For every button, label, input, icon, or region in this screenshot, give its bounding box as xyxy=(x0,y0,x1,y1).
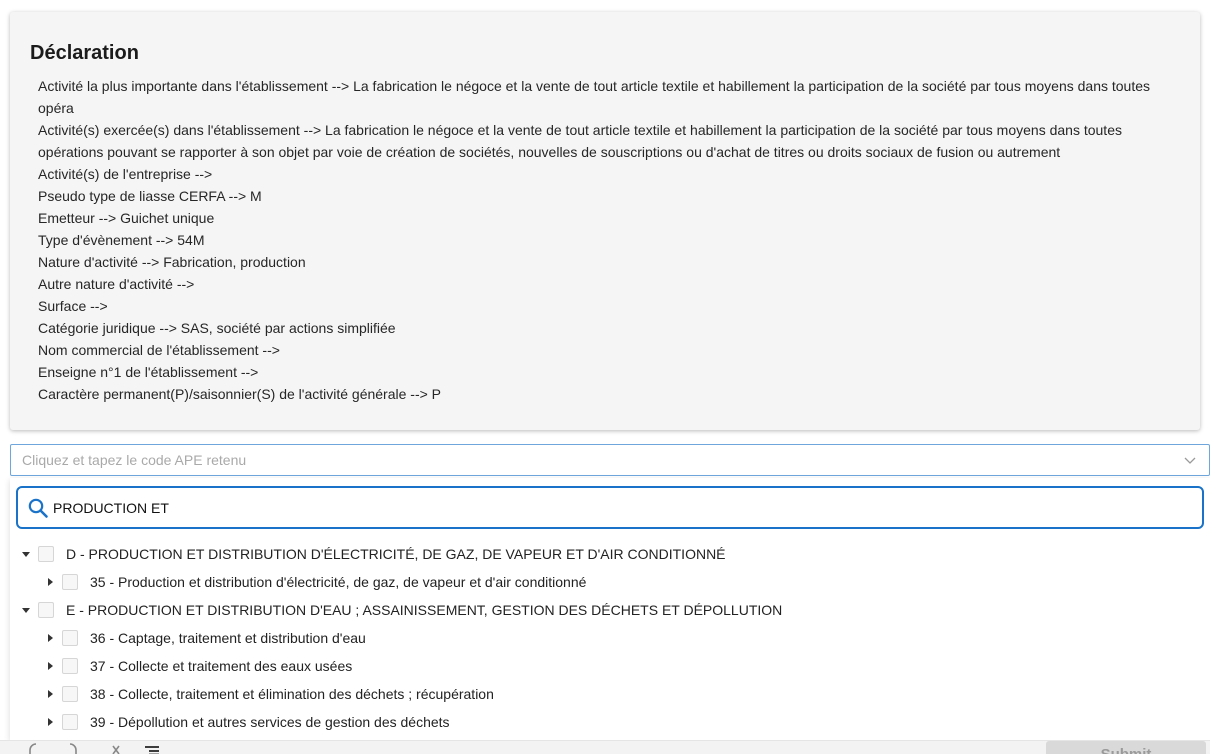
caret-right-icon[interactable] xyxy=(45,577,55,587)
tree-node-label[interactable]: E - PRODUCTION ET DISTRIBUTION D'EAU ; A… xyxy=(66,602,782,618)
declaration-line: Type d'évènement --> 54M xyxy=(38,232,205,248)
tree-node-division-39[interactable]: 39 - Dépollution et autres services de g… xyxy=(10,708,1210,736)
tree-node-division-36[interactable]: 36 - Captage, traitement et distribution… xyxy=(10,624,1210,652)
tree-node-label[interactable]: 36 - Captage, traitement et distribution… xyxy=(90,630,366,646)
tree-node-checkbox[interactable] xyxy=(38,602,54,618)
ape-select-placeholder: Cliquez et tapez le code APE retenu xyxy=(22,452,247,468)
chevron-down-icon[interactable] xyxy=(1183,453,1197,467)
form-toolbar: Submit xyxy=(0,740,1210,754)
caret-right-icon[interactable] xyxy=(45,717,55,727)
caret-right-icon[interactable] xyxy=(45,661,55,671)
ape-code-select[interactable]: Cliquez et tapez le code APE retenu xyxy=(10,444,1210,476)
tree-node-checkbox[interactable] xyxy=(62,658,78,674)
undo-icon[interactable] xyxy=(26,742,42,754)
tree-node-checkbox[interactable] xyxy=(62,686,78,702)
ape-tree: D - PRODUCTION ET DISTRIBUTION D'ÉLECTRI… xyxy=(10,540,1210,736)
tree-node-label[interactable]: 37 - Collecte et traitement des eaux usé… xyxy=(90,658,352,674)
caret-down-icon[interactable] xyxy=(21,549,31,559)
declaration-line: Caractère permanent(P)/saisonnier(S) de … xyxy=(38,386,442,402)
declaration-title: Déclaration xyxy=(30,42,139,64)
tree-node-label[interactable]: D - PRODUCTION ET DISTRIBUTION D'ÉLECTRI… xyxy=(66,546,726,562)
search-icon xyxy=(28,498,48,518)
declaration-line: Activité(s) de l'entreprise --> xyxy=(38,166,213,182)
declaration-details: Activité la plus importante dans l'établ… xyxy=(30,75,1180,405)
caret-right-icon[interactable] xyxy=(45,689,55,699)
tree-node-label[interactable]: 35 - Production et distribution d'électr… xyxy=(90,574,586,590)
declaration-line: Pseudo type de liasse CERFA --> M xyxy=(38,188,262,204)
ape-dropdown: D - PRODUCTION ET DISTRIBUTION D'ÉLECTRI… xyxy=(10,478,1210,740)
list-icon[interactable] xyxy=(144,742,160,754)
declaration-card: Déclaration Activité la plus importante … xyxy=(10,12,1200,430)
caret-right-icon[interactable] xyxy=(45,633,55,643)
close-icon[interactable] xyxy=(110,742,126,754)
declaration-line: Nom commercial de l'établissement --> xyxy=(38,342,280,358)
declaration-line: Activité(s) exercée(s) dans l'établissem… xyxy=(38,122,1122,160)
declaration-line: Activité la plus importante dans l'établ… xyxy=(38,78,1151,116)
tree-node-division-35[interactable]: 35 - Production et distribution d'électr… xyxy=(10,568,1210,596)
declaration-line: Surface --> xyxy=(38,298,108,314)
tree-node-checkbox[interactable] xyxy=(62,630,78,646)
tree-node-division-38[interactable]: 38 - Collecte, traitement et élimination… xyxy=(10,680,1210,708)
tree-node-checkbox[interactable] xyxy=(62,574,78,590)
caret-down-icon[interactable] xyxy=(21,605,31,615)
tree-node-checkbox[interactable] xyxy=(38,546,54,562)
tree-search-input[interactable] xyxy=(53,499,1153,516)
declaration-line: Nature d'activité --> Fabrication, produ… xyxy=(38,254,306,270)
tree-node-checkbox[interactable] xyxy=(62,714,78,730)
tree-node-division-37[interactable]: 37 - Collecte et traitement des eaux usé… xyxy=(10,652,1210,680)
declaration-line: Enseigne n°1 de l'établissement --> xyxy=(38,364,259,380)
submit-button[interactable]: Submit xyxy=(1046,741,1206,754)
declaration-line: Autre nature d'activité --> xyxy=(38,276,195,292)
tree-search-box[interactable] xyxy=(16,486,1204,529)
tree-node-section-d[interactable]: D - PRODUCTION ET DISTRIBUTION D'ÉLECTRI… xyxy=(10,540,1210,568)
tree-node-label[interactable]: 38 - Collecte, traitement et élimination… xyxy=(90,686,494,702)
redo-icon[interactable] xyxy=(64,742,80,754)
tree-node-section-e[interactable]: E - PRODUCTION ET DISTRIBUTION D'EAU ; A… xyxy=(10,596,1210,624)
tree-node-label[interactable]: 39 - Dépollution et autres services de g… xyxy=(90,714,450,730)
declaration-line: Catégorie juridique --> SAS, société par… xyxy=(38,320,396,336)
declaration-line: Emetteur --> Guichet unique xyxy=(38,210,215,226)
